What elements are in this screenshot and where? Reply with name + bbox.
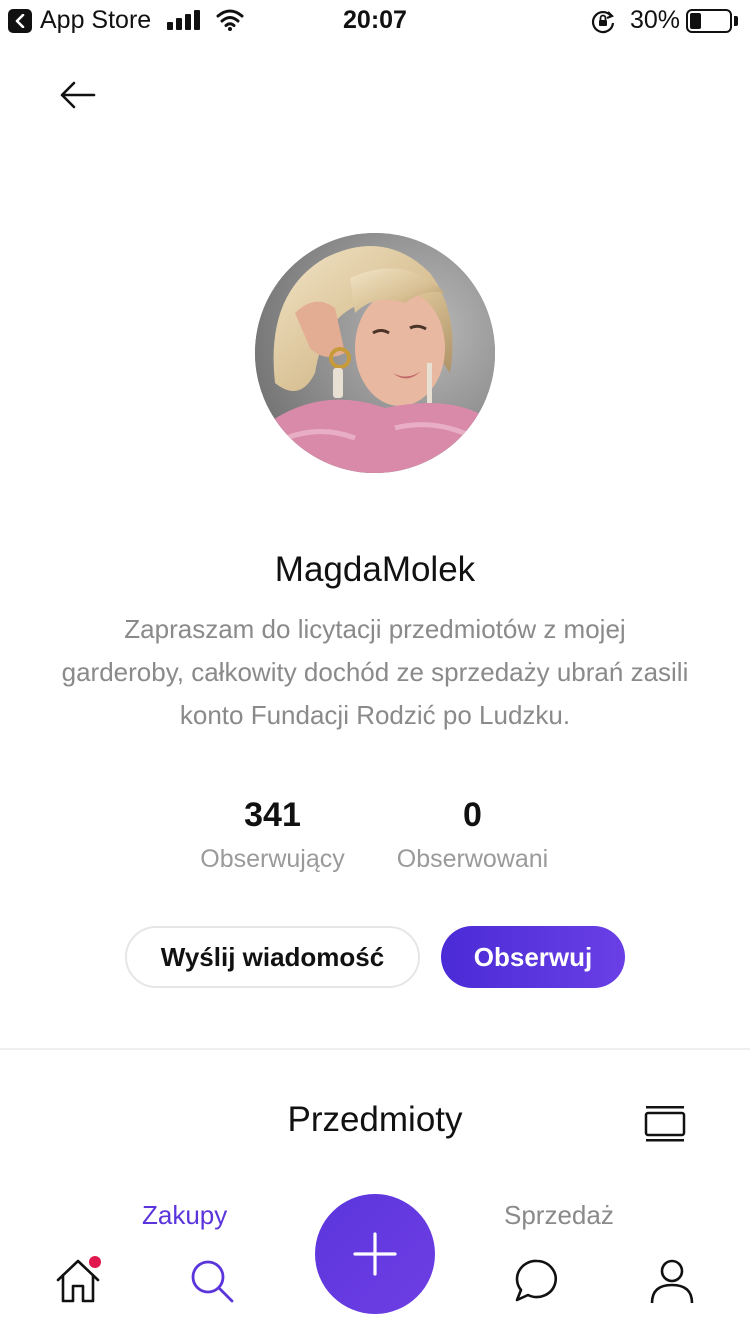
profile-username: MagdaMolek [274,550,476,589]
following-label: Obserwowani [396,845,549,873]
chat-icon [515,1259,557,1302]
battery-percent: 30% [630,6,681,34]
profile-bio: Zapraszam do licytacji przedmiotów z moj… [61,614,689,730]
divider [0,1048,750,1050]
nav-search[interactable] [187,1256,237,1306]
following-count: 0 [463,796,482,834]
items-section-title: Przedmioty [287,1100,463,1139]
nav-messages[interactable] [512,1256,562,1306]
nav-profile[interactable] [647,1256,697,1306]
tab-purchases[interactable]: Zakupy [142,1200,227,1231]
avatar [255,233,495,473]
battery-icon [686,9,732,33]
follow-button[interactable]: Obserwuj [441,926,625,988]
tab-sales[interactable]: Sprzedaż [504,1200,614,1231]
add-item-button[interactable] [315,1194,435,1314]
arrow-left-icon [60,81,96,109]
followers-stat[interactable]: 341 Obserwujący [185,796,360,874]
notification-dot [89,1256,101,1268]
search-icon [191,1260,234,1303]
followers-label: Obserwujący [200,845,345,873]
profile-icon [650,1259,694,1304]
send-message-button[interactable]: Wyślij wiadomość [125,926,420,988]
followers-count: 341 [244,796,301,834]
battery-level [690,13,701,29]
following-stat[interactable]: 0 Obserwowani [380,796,565,874]
status-bar: App Store 20:07 30% [0,0,750,42]
back-button[interactable] [50,70,106,120]
orientation-lock-icon [591,10,615,34]
view-toggle-button[interactable] [640,1104,690,1144]
list-view-icon [644,1106,686,1142]
plus-icon [353,1232,397,1276]
battery-tip [734,16,738,26]
